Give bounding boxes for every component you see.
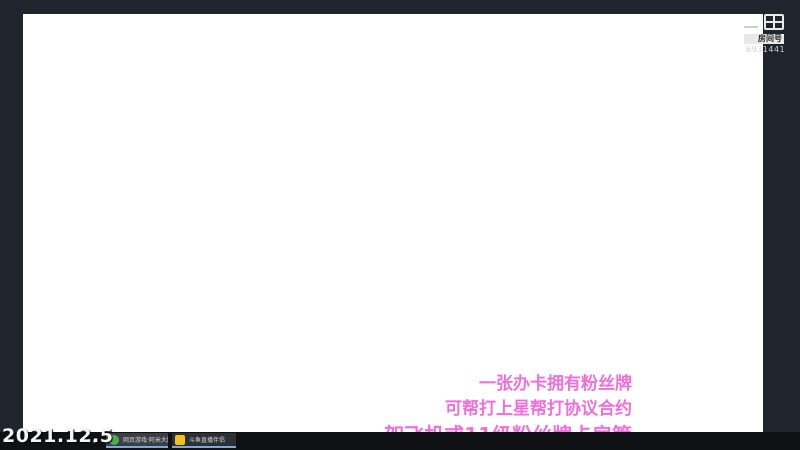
taskbar-item-browser-game[interactable]: 网页游戏·阿米大陆... xyxy=(106,433,168,448)
taskbar-item-douyu-companion[interactable]: 斗鱼直播伴侣 xyxy=(172,433,236,448)
douyu-watermark: 房间号 6931441 xyxy=(742,12,786,56)
promo-line-1: 一张办卡拥有粉丝牌 xyxy=(479,374,632,394)
app-icon xyxy=(175,434,185,445)
right-border xyxy=(763,14,800,432)
date-stamp: 2021.12.5 xyxy=(2,425,114,447)
stream-frame: 房间号 6931441 一张办卡拥有粉丝牌 可帮打上星帮打协议合约 一架飞机或1… xyxy=(0,0,800,450)
logo-divider xyxy=(744,26,758,28)
left-border xyxy=(0,14,23,432)
top-border xyxy=(0,0,800,14)
logo-icon xyxy=(764,14,784,30)
room-label: 房间号 xyxy=(744,34,784,44)
room-number: 6931441 xyxy=(746,45,786,54)
taskbar-item-label: 网页游戏·阿米大陆... xyxy=(123,437,168,444)
promo-line-2: 可帮打上星帮打协议合约 xyxy=(445,399,632,419)
taskbar-item-label: 斗鱼直播伴侣 xyxy=(189,437,226,444)
blank-window-content xyxy=(23,14,763,432)
